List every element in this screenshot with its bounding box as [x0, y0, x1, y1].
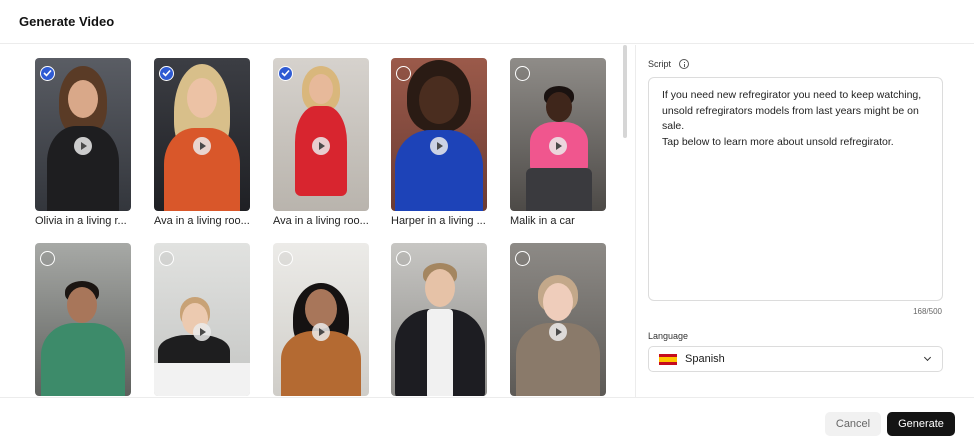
- avatar-label: Olivia in a living r...: [35, 215, 127, 227]
- chevron-down-icon: [923, 353, 932, 362]
- avatar-thumbnail[interactable]: [391, 243, 487, 396]
- cancel-button[interactable]: Cancel: [825, 412, 881, 436]
- checkbox-icon[interactable]: [159, 66, 174, 81]
- script-header: Script: [648, 59, 690, 69]
- checkbox-icon[interactable]: [515, 66, 530, 81]
- checkbox-icon[interactable]: [396, 251, 411, 266]
- checkbox-icon[interactable]: [278, 66, 293, 81]
- checkbox-icon[interactable]: [278, 251, 293, 266]
- avatar-thumbnail[interactable]: [510, 243, 606, 396]
- panel-divider: [635, 45, 636, 397]
- avatar-card-olivia[interactable]: Olivia in a living r...: [35, 58, 133, 227]
- language-select[interactable]: Spanish: [648, 346, 943, 372]
- avatar-thumbnail[interactable]: [35, 58, 131, 211]
- play-icon[interactable]: [549, 137, 567, 155]
- avatar-label: Harper in a living ...: [391, 215, 486, 227]
- language-value: Spanish: [685, 353, 725, 365]
- avatar-thumbnail[interactable]: [273, 243, 369, 396]
- checkbox-icon[interactable]: [40, 251, 55, 266]
- avatar-grid: Olivia in a living r... Ava in a living …: [0, 45, 630, 397]
- info-icon[interactable]: [679, 59, 690, 69]
- avatar-card-6[interactable]: [35, 243, 133, 397]
- dialog-footer: Cancel Generate: [0, 397, 974, 447]
- avatar-thumbnail[interactable]: [273, 58, 369, 211]
- avatar-card-ava-2[interactable]: Ava in a living roo...: [273, 58, 371, 227]
- play-icon[interactable]: [74, 137, 92, 155]
- avatar-card-9[interactable]: [391, 243, 489, 397]
- character-counter: 168/500: [913, 307, 942, 316]
- play-icon[interactable]: [193, 137, 211, 155]
- avatar-thumbnail[interactable]: [35, 243, 131, 396]
- avatar-thumbnail[interactable]: [154, 243, 250, 396]
- checkbox-icon[interactable]: [40, 66, 55, 81]
- avatar-card-malik[interactable]: Malik in a car: [510, 58, 608, 227]
- avatar-card-ava-1[interactable]: Ava in a living roo...: [154, 58, 252, 227]
- avatar-card-10[interactable]: [510, 243, 608, 397]
- spain-flag-icon: [659, 353, 677, 365]
- checkbox-icon[interactable]: [159, 251, 174, 266]
- avatar-thumbnail[interactable]: [391, 58, 487, 211]
- script-label: Script: [648, 59, 672, 69]
- dialog-title: Generate Video: [19, 14, 115, 29]
- avatar-card-8[interactable]: [273, 243, 371, 397]
- checkbox-icon[interactable]: [396, 66, 411, 81]
- play-icon[interactable]: [549, 323, 567, 341]
- avatar-card-7[interactable]: [154, 243, 252, 397]
- checkbox-icon[interactable]: [515, 251, 530, 266]
- avatar-label: Malik in a car: [510, 215, 575, 227]
- avatar-thumbnail[interactable]: [510, 58, 606, 211]
- play-icon[interactable]: [312, 137, 330, 155]
- play-icon[interactable]: [193, 323, 211, 341]
- play-icon[interactable]: [430, 137, 448, 155]
- generate-button[interactable]: Generate: [887, 412, 955, 436]
- dialog-header: Generate Video: [0, 0, 974, 44]
- avatar-label: Ava in a living roo...: [273, 215, 369, 227]
- avatar-thumbnail[interactable]: [154, 58, 250, 211]
- script-textarea[interactable]: If you need new refregirator you need to…: [648, 77, 943, 301]
- language-label: Language: [648, 331, 689, 341]
- avatar-card-harper[interactable]: Harper in a living ...: [391, 58, 489, 227]
- play-icon[interactable]: [312, 323, 330, 341]
- avatar-label: Ava in a living roo...: [154, 215, 250, 227]
- grid-scrollbar[interactable]: [623, 45, 627, 138]
